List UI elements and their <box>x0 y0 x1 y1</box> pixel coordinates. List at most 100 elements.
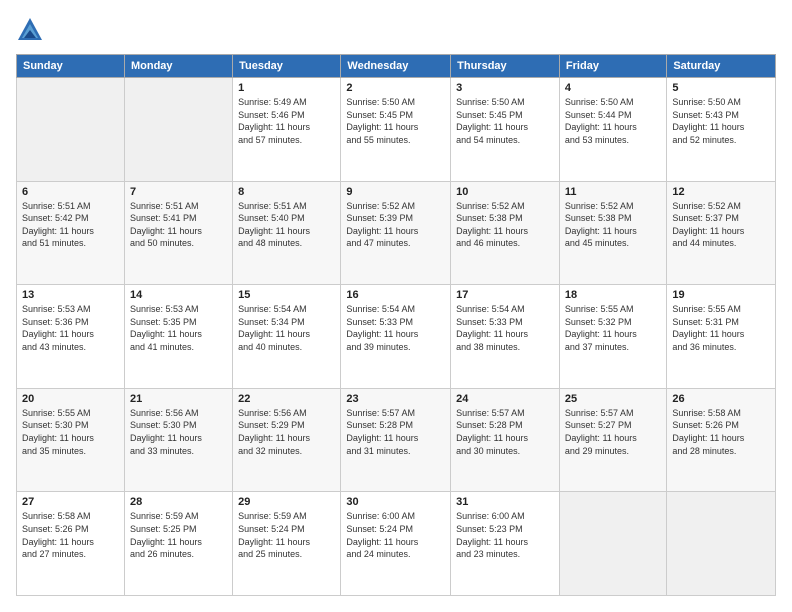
day-number: 23 <box>346 393 445 405</box>
day-cell: 16 Sunrise: 5:54 AMSunset: 5:33 PMDayligh… <box>341 285 451 389</box>
day-info: Sunrise: 5:55 AMSunset: 5:31 PMDaylight:… <box>672 303 770 353</box>
day-info: Sunrise: 5:49 AMSunset: 5:46 PMDaylight:… <box>238 96 335 146</box>
day-number: 5 <box>672 82 770 94</box>
week-row-5: 27 Sunrise: 5:58 AMSunset: 5:26 PMDayligh… <box>17 492 776 596</box>
day-number: 22 <box>238 393 335 405</box>
day-info: Sunrise: 5:57 AMSunset: 5:28 PMDaylight:… <box>346 407 445 457</box>
weekday-header-saturday: Saturday <box>667 55 776 78</box>
weekday-header-wednesday: Wednesday <box>341 55 451 78</box>
day-cell: 27 Sunrise: 5:58 AMSunset: 5:26 PMDayligh… <box>17 492 125 596</box>
day-cell: 25 Sunrise: 5:57 AMSunset: 5:27 PMDayligh… <box>559 388 666 492</box>
day-number: 13 <box>22 289 119 301</box>
weekday-header-tuesday: Tuesday <box>233 55 341 78</box>
day-info: Sunrise: 5:54 AMSunset: 5:34 PMDaylight:… <box>238 303 335 353</box>
day-number: 29 <box>238 496 335 508</box>
logo-icon <box>16 16 44 44</box>
day-cell: 11 Sunrise: 5:52 AMSunset: 5:38 PMDayligh… <box>559 181 666 285</box>
day-number: 8 <box>238 186 335 198</box>
day-cell: 15 Sunrise: 5:54 AMSunset: 5:34 PMDayligh… <box>233 285 341 389</box>
day-number: 18 <box>565 289 661 301</box>
day-info: Sunrise: 5:59 AMSunset: 5:25 PMDaylight:… <box>130 510 227 560</box>
day-info: Sunrise: 5:58 AMSunset: 5:26 PMDaylight:… <box>22 510 119 560</box>
day-cell: 19 Sunrise: 5:55 AMSunset: 5:31 PMDayligh… <box>667 285 776 389</box>
day-number: 17 <box>456 289 554 301</box>
day-number: 24 <box>456 393 554 405</box>
day-number: 1 <box>238 82 335 94</box>
weekday-header-row: SundayMondayTuesdayWednesdayThursdayFrid… <box>17 55 776 78</box>
day-info: Sunrise: 5:50 AMSunset: 5:45 PMDaylight:… <box>346 96 445 146</box>
day-number: 26 <box>672 393 770 405</box>
day-cell: 20 Sunrise: 5:55 AMSunset: 5:30 PMDayligh… <box>17 388 125 492</box>
day-number: 27 <box>22 496 119 508</box>
day-number: 9 <box>346 186 445 198</box>
day-cell: 9 Sunrise: 5:52 AMSunset: 5:39 PMDaylight… <box>341 181 451 285</box>
day-info: Sunrise: 5:55 AMSunset: 5:32 PMDaylight:… <box>565 303 661 353</box>
day-cell: 6 Sunrise: 5:51 AMSunset: 5:42 PMDaylight… <box>17 181 125 285</box>
day-number: 20 <box>22 393 119 405</box>
day-number: 3 <box>456 82 554 94</box>
day-cell <box>667 492 776 596</box>
day-cell: 8Sunrise: 5:51 AMSunset: 5:40 PMDaylight… <box>233 181 341 285</box>
day-cell: 14 Sunrise: 5:53 AMSunset: 5:35 PMDayligh… <box>124 285 232 389</box>
day-info: Sunrise: 5:57 AMSunset: 5:27 PMDaylight:… <box>565 407 661 457</box>
day-cell: 1 Sunrise: 5:49 AMSunset: 5:46 PMDaylight… <box>233 78 341 182</box>
day-number: 4 <box>565 82 661 94</box>
week-row-2: 6 Sunrise: 5:51 AMSunset: 5:42 PMDaylight… <box>17 181 776 285</box>
day-number: 15 <box>238 289 335 301</box>
day-info: Sunrise: 5:56 AMSunset: 5:29 PMDaylight:… <box>238 407 335 457</box>
day-number: 7 <box>130 186 227 198</box>
day-info: Sunrise: 5:58 AMSunset: 5:26 PMDaylight:… <box>672 407 770 457</box>
day-number: 21 <box>130 393 227 405</box>
day-number: 14 <box>130 289 227 301</box>
day-cell: 23 Sunrise: 5:57 AMSunset: 5:28 PMDayligh… <box>341 388 451 492</box>
day-cell: 22 Sunrise: 5:56 AMSunset: 5:29 PMDayligh… <box>233 388 341 492</box>
day-cell: 24 Sunrise: 5:57 AMSunset: 5:28 PMDayligh… <box>451 388 560 492</box>
day-info: Sunrise: 6:00 AMSunset: 5:24 PMDaylight:… <box>346 510 445 560</box>
day-number: 16 <box>346 289 445 301</box>
weekday-header-thursday: Thursday <box>451 55 560 78</box>
day-info: Sunrise: 5:56 AMSunset: 5:30 PMDaylight:… <box>130 407 227 457</box>
calendar-header: SundayMondayTuesdayWednesdayThursdayFrid… <box>17 55 776 78</box>
day-number: 2 <box>346 82 445 94</box>
day-number: 30 <box>346 496 445 508</box>
day-number: 31 <box>456 496 554 508</box>
week-row-3: 13Sunrise: 5:53 AMSunset: 5:36 PMDayligh… <box>17 285 776 389</box>
day-cell: 7 Sunrise: 5:51 AMSunset: 5:41 PMDaylight… <box>124 181 232 285</box>
day-info: Sunrise: 6:00 AMSunset: 5:23 PMDaylight:… <box>456 510 554 560</box>
day-info: Sunrise: 5:53 AMSunset: 5:35 PMDaylight:… <box>130 303 227 353</box>
day-cell <box>559 492 666 596</box>
day-cell: 29 Sunrise: 5:59 AMSunset: 5:24 PMDayligh… <box>233 492 341 596</box>
day-cell: 30 Sunrise: 6:00 AMSunset: 5:24 PMDayligh… <box>341 492 451 596</box>
day-number: 28 <box>130 496 227 508</box>
day-cell: 17 Sunrise: 5:54 AMSunset: 5:33 PMDayligh… <box>451 285 560 389</box>
day-number: 11 <box>565 186 661 198</box>
day-cell: 2 Sunrise: 5:50 AMSunset: 5:45 PMDaylight… <box>341 78 451 182</box>
day-info: Sunrise: 5:51 AMSunset: 5:42 PMDaylight:… <box>22 200 119 250</box>
day-number: 25 <box>565 393 661 405</box>
day-cell <box>17 78 125 182</box>
day-info: Sunrise: 5:55 AMSunset: 5:30 PMDaylight:… <box>22 407 119 457</box>
weekday-header-sunday: Sunday <box>17 55 125 78</box>
weekday-header-monday: Monday <box>124 55 232 78</box>
day-info: Sunrise: 5:54 AMSunset: 5:33 PMDaylight:… <box>346 303 445 353</box>
day-info: Sunrise: 5:57 AMSunset: 5:28 PMDaylight:… <box>456 407 554 457</box>
day-number: 19 <box>672 289 770 301</box>
day-cell: 12Sunrise: 5:52 AMSunset: 5:37 PMDayligh… <box>667 181 776 285</box>
day-info: Sunrise: 5:52 AMSunset: 5:39 PMDaylight:… <box>346 200 445 250</box>
day-number: 6 <box>22 186 119 198</box>
day-cell: 18 Sunrise: 5:55 AMSunset: 5:32 PMDayligh… <box>559 285 666 389</box>
week-row-1: 1 Sunrise: 5:49 AMSunset: 5:46 PMDaylight… <box>17 78 776 182</box>
day-info: Sunrise: 5:52 AMSunset: 5:38 PMDaylight:… <box>565 200 661 250</box>
calendar-table: SundayMondayTuesdayWednesdayThursdayFrid… <box>16 54 776 596</box>
day-info: Sunrise: 5:51 AMSunset: 5:41 PMDaylight:… <box>130 200 227 250</box>
logo <box>16 16 48 44</box>
day-info: Sunrise: 5:52 AMSunset: 5:38 PMDaylight:… <box>456 200 554 250</box>
day-info: Sunrise: 5:54 AMSunset: 5:33 PMDaylight:… <box>456 303 554 353</box>
day-cell: 26 Sunrise: 5:58 AMSunset: 5:26 PMDayligh… <box>667 388 776 492</box>
day-info: Sunrise: 5:50 AMSunset: 5:44 PMDaylight:… <box>565 96 661 146</box>
day-info: Sunrise: 5:59 AMSunset: 5:24 PMDaylight:… <box>238 510 335 560</box>
day-cell: 21 Sunrise: 5:56 AMSunset: 5:30 PMDayligh… <box>124 388 232 492</box>
calendar-body: 1 Sunrise: 5:49 AMSunset: 5:46 PMDaylight… <box>17 78 776 596</box>
weekday-header-friday: Friday <box>559 55 666 78</box>
day-cell: 31 Sunrise: 6:00 AMSunset: 5:23 PMDayligh… <box>451 492 560 596</box>
